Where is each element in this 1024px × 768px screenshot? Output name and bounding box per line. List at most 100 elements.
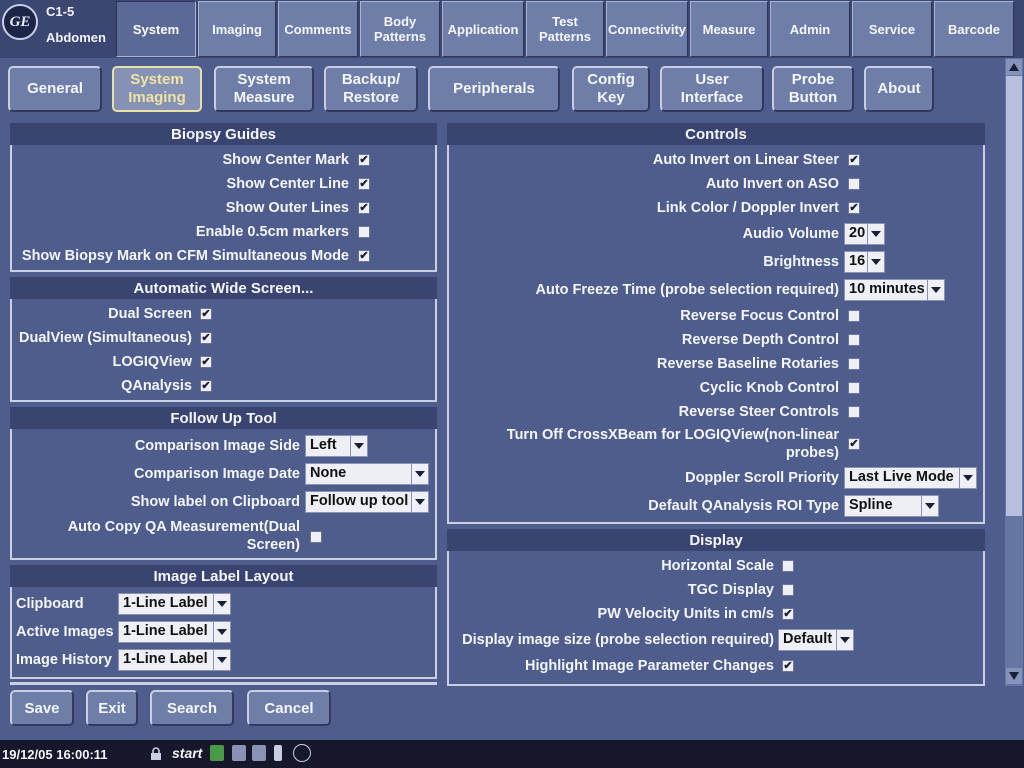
battery-icon[interactable] <box>274 745 282 761</box>
vertical-scrollbar[interactable] <box>1005 58 1023 686</box>
subtab-system-imaging[interactable]: System Imaging <box>112 66 202 112</box>
auto-invert-aso-label: Auto Invert on ASO <box>705 176 839 192</box>
chevron-down-icon[interactable] <box>411 492 428 512</box>
auto-freeze-select[interactable]: 10 minutes <box>844 279 945 301</box>
save-button[interactable]: Save <box>10 690 74 726</box>
tab-service[interactable]: Service <box>852 1 932 57</box>
tab-application[interactable]: Application <box>442 1 524 57</box>
chevron-down-icon[interactable] <box>213 622 230 642</box>
scroll-down-arrow-icon[interactable] <box>1006 668 1022 684</box>
chevron-down-icon[interactable] <box>350 436 367 456</box>
dual-screen-checkbox[interactable]: ✔ <box>200 308 212 320</box>
clipboard-label-value: Follow up tool <box>310 493 409 509</box>
roi-type-value: Spline <box>849 497 893 513</box>
tab-comments[interactable]: Comments <box>278 1 358 57</box>
image-size-select[interactable]: Default <box>778 629 854 651</box>
tgc-display-checkbox[interactable] <box>782 584 794 596</box>
start-button[interactable]: start <box>172 745 202 761</box>
comparison-date-select[interactable]: None <box>305 463 429 485</box>
display-title: Display <box>447 529 985 551</box>
auto-copy-checkbox[interactable] <box>310 531 322 543</box>
enable-markers-checkbox[interactable] <box>358 226 370 238</box>
tab-test-patterns[interactable]: Test Patterns <box>526 1 604 57</box>
clipboard-label-select[interactable]: Follow up tool <box>305 491 429 513</box>
reverse-focus-checkbox[interactable] <box>848 310 860 322</box>
subtab-general[interactable]: General <box>8 66 102 112</box>
subtab-backup-restore[interactable]: Backup/ Restore <box>324 66 418 112</box>
taskbar: 19/12/05 16:00:11 start <box>0 740 1024 768</box>
tab-imaging[interactable]: Imaging <box>198 1 276 57</box>
tab-body-patterns[interactable]: Body Patterns <box>360 1 440 57</box>
tab-system[interactable]: System <box>116 1 196 57</box>
scrollbar-thumb[interactable] <box>1006 76 1022 516</box>
reverse-focus-label: Reverse Focus Control <box>680 308 839 324</box>
subtab-config-key[interactable]: Config Key <box>572 66 650 112</box>
comparison-date-value: None <box>310 465 347 481</box>
follow-up-title: Follow Up Tool <box>10 407 437 429</box>
image-label-title: Image Label Layout <box>10 565 437 587</box>
chevron-down-icon[interactable] <box>213 650 230 670</box>
tgc-display-label: TGC Display <box>687 582 774 598</box>
auto-copy-label: Auto Copy QA Measurement(Dual Screen) <box>67 519 300 553</box>
tab-barcode[interactable]: Barcode <box>934 1 1014 57</box>
qanalysis-checkbox[interactable]: ✔ <box>200 380 212 392</box>
show-outer-lines-checkbox[interactable]: ✔ <box>358 202 370 214</box>
highlight-params-label: Highlight Image Parameter Changes <box>525 658 774 674</box>
horizontal-scale-checkbox[interactable] <box>782 560 794 572</box>
chevron-down-icon[interactable] <box>836 630 853 650</box>
show-center-mark-checkbox[interactable]: ✔ <box>358 154 370 166</box>
show-center-line-checkbox[interactable]: ✔ <box>358 178 370 190</box>
subtab-about[interactable]: About <box>864 66 934 112</box>
auto-invert-aso-checkbox[interactable] <box>848 178 860 190</box>
scroll-up-arrow-icon[interactable] <box>1006 59 1022 75</box>
active-images-select[interactable]: 1-Line Label <box>118 621 231 643</box>
comparison-date-label: Comparison Image Date <box>134 466 300 482</box>
chevron-down-icon[interactable] <box>867 252 884 272</box>
cancel-button[interactable]: Cancel <box>247 690 331 726</box>
chevron-down-icon[interactable] <box>927 280 944 300</box>
biopsy-cfm-checkbox[interactable]: ✔ <box>358 250 370 262</box>
subtab-probe-button[interactable]: Probe Button <box>772 66 854 112</box>
search-button[interactable]: Search <box>150 690 234 726</box>
reverse-steer-checkbox[interactable] <box>848 406 860 418</box>
chevron-down-icon[interactable] <box>959 468 976 488</box>
comparison-side-label: Comparison Image Side <box>134 438 300 454</box>
subtab-system-measure[interactable]: System Measure <box>214 66 314 112</box>
clipboard-layout-select[interactable]: 1-Line Label <box>118 593 231 615</box>
device-icon[interactable] <box>232 745 246 761</box>
tab-connectivity[interactable]: Connectivity <box>606 1 688 57</box>
tab-measure[interactable]: Measure <box>690 1 768 57</box>
tab-admin[interactable]: Admin <box>770 1 850 57</box>
auto-invert-linear-checkbox[interactable]: ✔ <box>848 154 860 166</box>
audio-volume-label: Audio Volume <box>742 226 839 242</box>
ge-tray-icon[interactable] <box>293 744 311 762</box>
exit-button[interactable]: Exit <box>86 690 138 726</box>
roi-type-select[interactable]: Spline <box>844 495 939 517</box>
audio-volume-select[interactable]: 20 <box>844 223 885 245</box>
auto-invert-linear-label: Auto Invert on Linear Steer <box>652 152 839 168</box>
doppler-scroll-select[interactable]: Last Live Mode <box>844 467 977 489</box>
pw-velocity-checkbox[interactable]: ✔ <box>782 608 794 620</box>
network-icon[interactable] <box>210 745 224 761</box>
image-history-value: 1-Line Label <box>123 651 208 667</box>
reverse-depth-checkbox[interactable] <box>848 334 860 346</box>
crossxbeam-checkbox[interactable]: ✔ <box>848 438 860 450</box>
comparison-side-select[interactable]: Left <box>305 435 368 457</box>
chevron-down-icon[interactable] <box>867 224 884 244</box>
dualview-checkbox[interactable]: ✔ <box>200 332 212 344</box>
chevron-down-icon[interactable] <box>411 464 428 484</box>
subtab-user-interface[interactable]: User Interface <box>660 66 764 112</box>
chevron-down-icon[interactable] <box>921 496 938 516</box>
reverse-baseline-checkbox[interactable] <box>848 358 860 370</box>
highlight-params-checkbox[interactable]: ✔ <box>782 660 794 672</box>
link-color-checkbox[interactable]: ✔ <box>848 202 860 214</box>
cyclic-knob-checkbox[interactable] <box>848 382 860 394</box>
chevron-down-icon[interactable] <box>213 594 230 614</box>
logiqview-checkbox[interactable]: ✔ <box>200 356 212 368</box>
brightness-select[interactable]: 16 <box>844 251 885 273</box>
cyclic-knob-label: Cyclic Knob Control <box>699 380 839 396</box>
image-history-select[interactable]: 1-Line Label <box>118 649 231 671</box>
subtab-peripherals[interactable]: Peripherals <box>428 66 560 112</box>
display-icon[interactable] <box>252 745 266 761</box>
roi-type-label: Default QAnalysis ROI Type <box>648 498 839 514</box>
